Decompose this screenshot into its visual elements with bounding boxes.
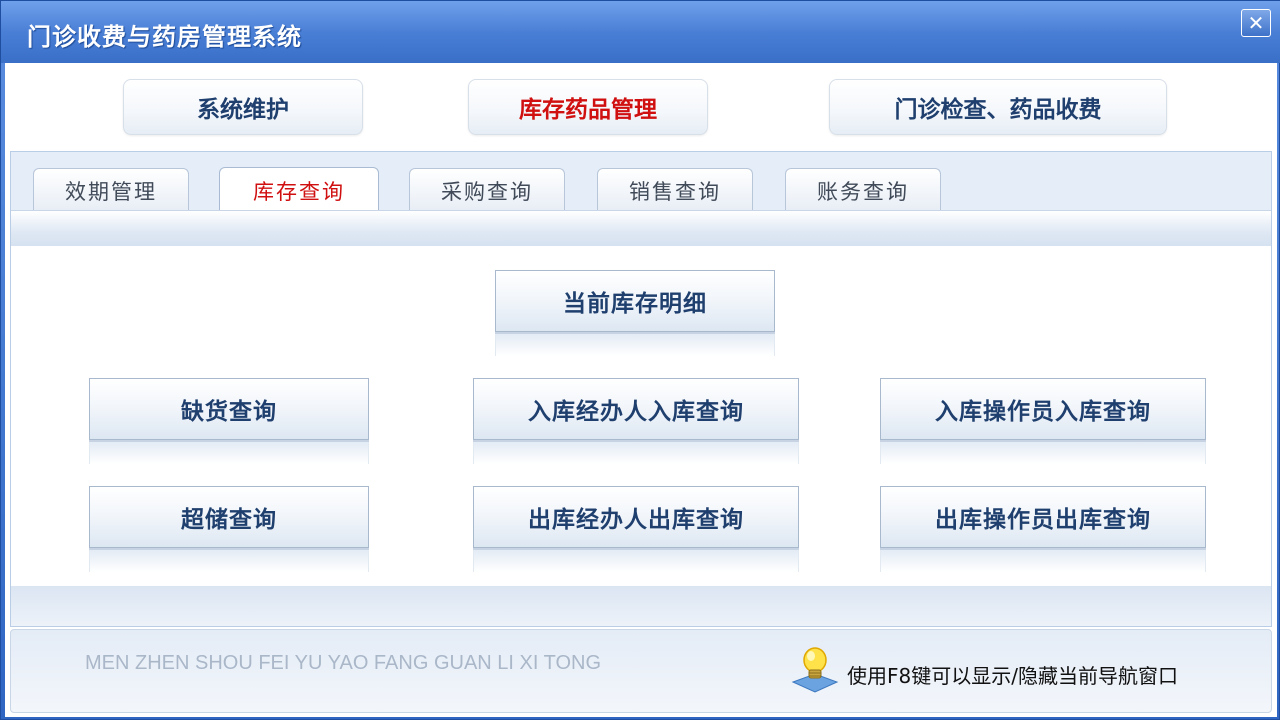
button-reflection — [495, 334, 775, 356]
button-reflection — [473, 550, 799, 572]
tab-panel: 效期管理 库存查询 采购查询 销售查询 账务查询 当前库存明细 缺货查询 入库经… — [10, 151, 1272, 627]
shortage-query-button[interactable]: 缺货查询 — [89, 378, 369, 440]
button-reflection — [880, 550, 1206, 572]
button-reflection — [89, 442, 369, 464]
button-reflection — [473, 442, 799, 464]
tab-bottom-strip — [11, 586, 1271, 626]
current-stock-detail-button[interactable]: 当前库存明细 — [495, 270, 775, 332]
overstock-query-button[interactable]: 超储查询 — [89, 486, 369, 548]
tab-purchase-query[interactable]: 采购查询 — [409, 168, 565, 212]
status-footer: MEN ZHEN SHOU FEI YU YAO FANG GUAN LI XI… — [10, 629, 1272, 713]
module-outpatient-charge-button[interactable]: 门诊检查、药品收费 — [829, 79, 1167, 135]
tab-expiry-management[interactable]: 效期管理 — [33, 168, 189, 212]
inbound-operator-query-button[interactable]: 入库操作员入库查询 — [880, 378, 1206, 440]
stock-query-content: 当前库存明细 缺货查询 入库经办人入库查询 入库操作员入库查询 超储查询 出库经… — [11, 246, 1271, 586]
outbound-operator-query-button[interactable]: 出库操作员出库查询 — [880, 486, 1206, 548]
close-icon: ✕ — [1247, 11, 1265, 35]
tab-stock-query[interactable]: 库存查询 — [219, 167, 379, 213]
title-bar[interactable]: 门诊收费与药房管理系统 ✕ — [1, 1, 1280, 63]
f8-navigation-hint: 使用F8键可以显示/隐藏当前导航窗口 — [847, 664, 1178, 688]
inbound-handler-query-button[interactable]: 入库经办人入库查询 — [473, 378, 799, 440]
lightbulb-icon — [791, 644, 839, 696]
tab-header-strip — [11, 210, 1271, 246]
tab-accounts-query[interactable]: 账务查询 — [785, 168, 941, 212]
main-window: 门诊收费与药房管理系统 ✕ 系统维护 库存药品管理 门诊检查、药品收费 效期管理… — [0, 0, 1280, 720]
client-area: 系统维护 库存药品管理 门诊检查、药品收费 效期管理 库存查询 采购查询 销售查… — [5, 63, 1277, 717]
close-button[interactable]: ✕ — [1241, 9, 1271, 37]
button-reflection — [880, 442, 1206, 464]
footer-pinyin-title: MEN ZHEN SHOU FEI YU YAO FANG GUAN LI XI… — [85, 652, 602, 674]
module-system-maintenance-button[interactable]: 系统维护 — [123, 79, 363, 135]
outbound-handler-query-button[interactable]: 出库经办人出库查询 — [473, 486, 799, 548]
button-reflection — [89, 550, 369, 572]
window-title: 门诊收费与药房管理系统 — [27, 23, 302, 51]
tab-sales-query[interactable]: 销售查询 — [597, 168, 753, 212]
module-inventory-drug-management-button[interactable]: 库存药品管理 — [468, 79, 708, 135]
